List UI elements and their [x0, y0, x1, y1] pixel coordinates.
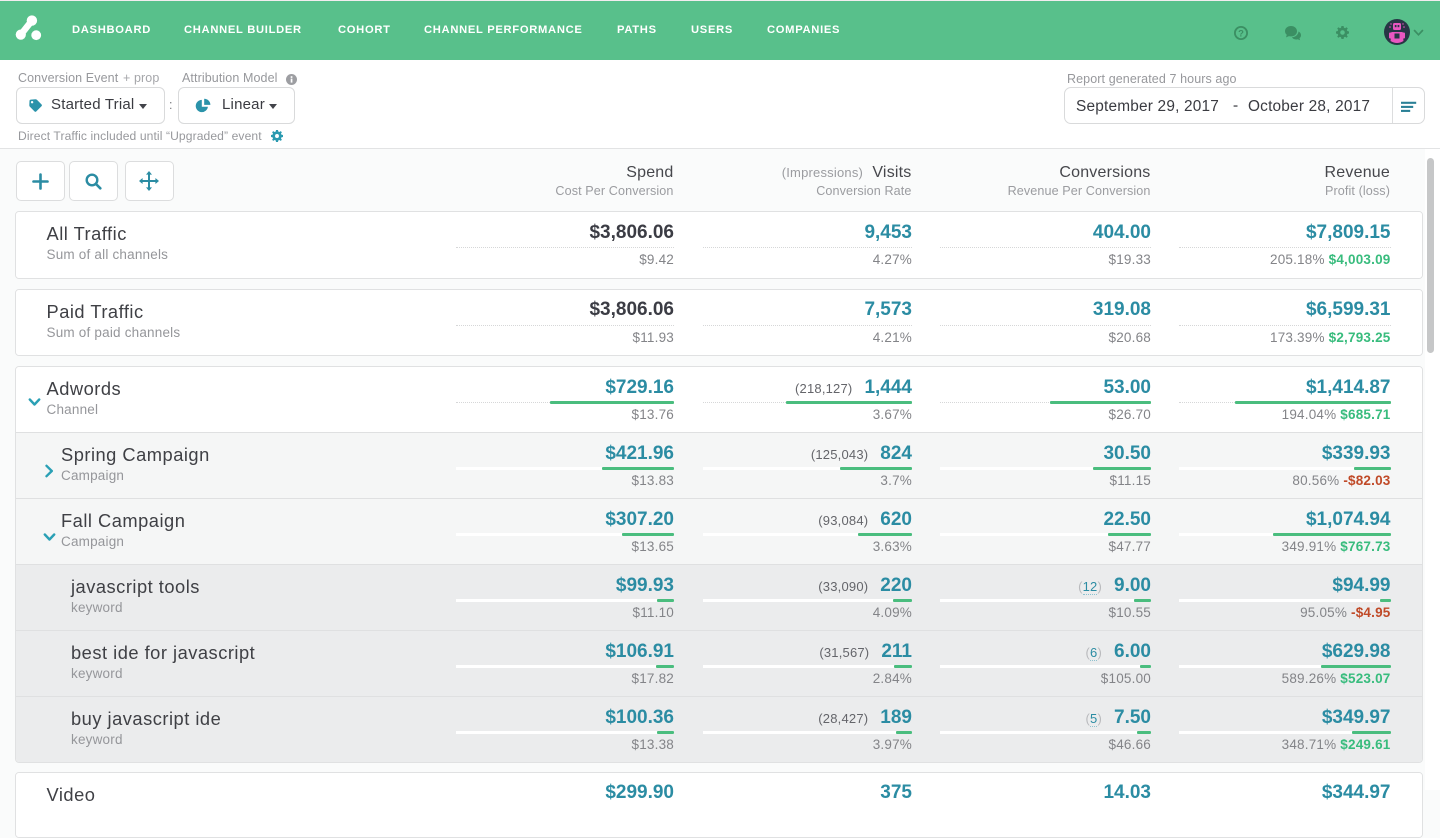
- svg-text:?: ?: [1238, 28, 1244, 39]
